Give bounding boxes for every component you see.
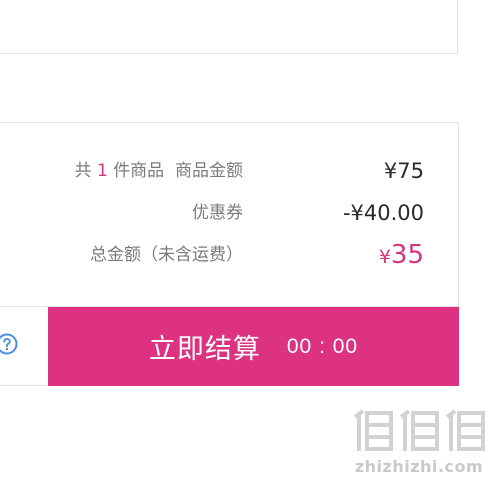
total-currency: ¥ [378, 246, 391, 268]
coupon-row: 优惠券 -¥40.00 [0, 195, 458, 231]
watermark-glyph-icon [399, 409, 439, 451]
checkout-bar: 立即结算 00 : 00 [0, 306, 459, 386]
order-summary-card: 共 1 件商品 商品金额 ¥75 优惠券 -¥40.00 总金额（未含运费） ¥… [0, 122, 459, 386]
watermark-glyph-icon [353, 409, 393, 451]
order-summary-page: 共 1 件商品 商品金额 ¥75 优惠券 -¥40.00 总金额（未含运费） ¥… [0, 0, 500, 497]
goods-amount-label: 共 1 件商品 商品金额 [75, 153, 243, 189]
total-row: 总金额（未含运费） ¥35 [0, 237, 458, 273]
goods-amount-value: ¥75 [383, 159, 424, 183]
watermark-glyph-icon [445, 409, 485, 451]
items-count: 1 [96, 161, 108, 181]
coupon-value: -¥40.00 [342, 201, 424, 225]
items-prefix: 共 [74, 161, 92, 181]
watermark-text: zhizhizhi.com [354, 457, 484, 476]
total-amount: 35 [390, 240, 424, 270]
checkout-timer: 00 : 00 [286, 334, 359, 358]
previous-section-card [0, 0, 458, 54]
watermark-glyphs [348, 407, 490, 455]
watermark-logo: zhizhizhi.com [348, 407, 490, 487]
checkout-button[interactable]: 立即结算 00 : 00 [48, 307, 459, 386]
total-value: ¥35 [379, 237, 424, 275]
coupon-label: 优惠券 [192, 203, 243, 223]
checkout-button-label: 立即结算 [148, 334, 261, 364]
goods-amount-row: 共 1 件商品 商品金额 ¥75 [0, 153, 458, 189]
goods-amount-text: 商品金额 [175, 161, 243, 181]
items-suffix: 件商品 [113, 161, 165, 181]
help-circle-icon[interactable] [0, 333, 18, 355]
total-label: 总金额（未含运费） [90, 245, 243, 265]
